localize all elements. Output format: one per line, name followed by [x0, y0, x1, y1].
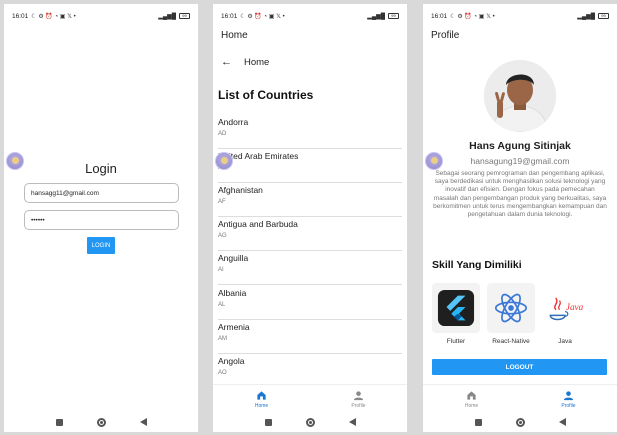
country-code: AO [218, 370, 227, 376]
status-time: 16:01 [431, 12, 448, 20]
nav-tab-label: Home [464, 403, 479, 409]
profile-screen: 16:01 ☾ ⚙ ⏰ ◔ ▣ 𝕏 • ▂▄▆█ 99 Profile Hans… [423, 4, 617, 432]
country-list-item[interactable]: Albania AL [218, 286, 402, 320]
password-field[interactable]: •••••• [24, 210, 179, 230]
back-arrow-icon[interactable]: ← [221, 56, 232, 68]
country-list-item[interactable]: Andorra AD [218, 115, 402, 149]
status-time: 16:01 [12, 12, 29, 20]
status-icons: ☾ ⚙ ⏰ ◔ ▣ 𝕏 • [31, 13, 76, 20]
skill-label: React-Native [492, 338, 530, 345]
battery-icon: 99 [179, 13, 190, 19]
floating-assistant-icon[interactable] [215, 152, 233, 170]
skills-title: Skill Yang Dimiliki [432, 259, 522, 271]
bottom-navigation: Home Profile [213, 384, 407, 414]
battery-icon: 99 [388, 13, 399, 19]
country-name: Antigua and Barbuda [218, 219, 298, 229]
home-screen: 16:01 ☾ ⚙ ⏰ ◔ ▣ 𝕏 • ▂▄▆█ 99 Home ← Home … [213, 4, 407, 432]
nav-tab-profile[interactable]: Profile [520, 385, 617, 414]
country-code: AD [218, 131, 227, 137]
login-screen: 16:01 ☾ ⚙ ⏰ ◔ ▣ 𝕏 • ▂▄▆█ 99 Login hansag… [4, 4, 198, 432]
home-button-icon[interactable] [515, 417, 525, 427]
profile-name: Hans Agung Sitinjak [469, 140, 571, 152]
skill-logo-box [432, 283, 480, 333]
recents-button-icon[interactable] [474, 418, 482, 426]
floating-assistant-icon[interactable] [425, 152, 443, 170]
svg-text:Java: Java [566, 302, 584, 312]
logout-button[interactable]: LOGOUT [432, 359, 607, 375]
system-nav-bar [4, 412, 198, 432]
country-list-item[interactable]: United Arab Emirates AE [218, 149, 402, 183]
country-list-item[interactable]: Afghanistan AF [218, 183, 402, 217]
skill-card-flutter: Flutter [432, 283, 480, 345]
login-button[interactable]: LOGIN [87, 237, 115, 254]
status-bar: 16:01 ☾ ⚙ ⏰ ◔ ▣ 𝕏 • ▂▄▆█ 99 [431, 11, 609, 21]
skill-logo-box: Java [541, 283, 589, 333]
country-name: Albania [218, 288, 247, 298]
signal-icon: ▂▄▆█ [158, 13, 176, 20]
home-button-icon[interactable] [305, 417, 315, 427]
country-list-item[interactable]: Armenia AM [218, 320, 402, 354]
country-list-item[interactable]: Angola AO [218, 354, 402, 388]
nav-tab-home[interactable]: Home [213, 385, 310, 414]
country-name: Anguilla [218, 253, 249, 263]
list-title: List of Countries [218, 88, 314, 102]
nav-tab-home[interactable]: Home [423, 385, 520, 414]
recents-button-icon[interactable] [55, 418, 63, 426]
country-name: Andorra [218, 117, 249, 127]
page-header: ← Home [221, 56, 269, 68]
nav-tab-label: Profile [561, 403, 576, 409]
status-time: 16:01 [221, 12, 238, 20]
status-bar: 16:01 ☾ ⚙ ⏰ ◔ ▣ 𝕏 • ▂▄▆█ 99 [221, 11, 399, 21]
email-field[interactable]: hansagg11@gmail.com [24, 183, 179, 203]
country-code: AG [218, 233, 227, 239]
country-code: AI [218, 267, 224, 273]
appbar-title: Home [221, 30, 248, 41]
country-name: Afghanistan [218, 185, 263, 195]
login-title: Login [85, 161, 117, 176]
profile-photo-icon [484, 60, 556, 132]
country-code: AM [218, 336, 227, 342]
home-icon [257, 391, 266, 400]
person-icon [353, 391, 364, 401]
bottom-navigation: Home Profile [423, 384, 617, 414]
country-name: Armenia [218, 322, 250, 332]
back-button-icon[interactable] [348, 418, 356, 426]
status-icons: ☾ ⚙ ⏰ ◔ ▣ 𝕏 • [450, 13, 495, 20]
nav-tab-label: Home [254, 403, 269, 409]
profile-bio: Sebagai seorang pemrograman dan pengemba… [433, 170, 607, 219]
status-icons: ☾ ⚙ ⏰ ◔ ▣ 𝕏 • [240, 13, 285, 20]
home-icon [467, 391, 476, 400]
recents-button-icon[interactable] [264, 418, 272, 426]
nav-tab-profile[interactable]: Profile [310, 385, 407, 414]
country-code: AF [218, 199, 226, 205]
skill-card-java: Java Java [541, 283, 589, 345]
signal-icon: ▂▄▆█ [367, 13, 385, 20]
back-button-icon[interactable] [139, 418, 147, 426]
page-title: Home [244, 56, 270, 68]
java-logo-icon: Java [549, 297, 584, 321]
system-nav-bar [213, 412, 407, 432]
back-button-icon[interactable] [558, 418, 566, 426]
nav-tab-label: Profile [351, 403, 366, 409]
profile-email: hansagung19@gmail.com [470, 156, 570, 166]
flutter-logo-icon [437, 289, 475, 327]
status-bar: 16:01 ☾ ⚙ ⏰ ◔ ▣ 𝕏 • ▂▄▆█ 99 [12, 11, 190, 21]
person-icon [563, 391, 574, 401]
appbar-title: Profile [431, 30, 460, 41]
country-list-item[interactable]: Antigua and Barbuda AG [218, 217, 402, 251]
country-list-item[interactable]: Anguilla AI [218, 251, 402, 285]
home-button-icon[interactable] [96, 417, 106, 427]
signal-icon: ▂▄▆█ [577, 13, 595, 20]
react-logo-icon [494, 293, 528, 323]
skill-logo-box [487, 283, 535, 333]
skill-label: Flutter [446, 338, 466, 345]
avatar [484, 60, 556, 132]
skill-label: Java [558, 338, 572, 345]
country-code: AL [218, 302, 226, 308]
country-name: Angola [218, 356, 245, 366]
system-nav-bar [423, 412, 617, 432]
skill-card-react-native: React-Native [487, 283, 535, 345]
battery-icon: 99 [598, 13, 609, 19]
